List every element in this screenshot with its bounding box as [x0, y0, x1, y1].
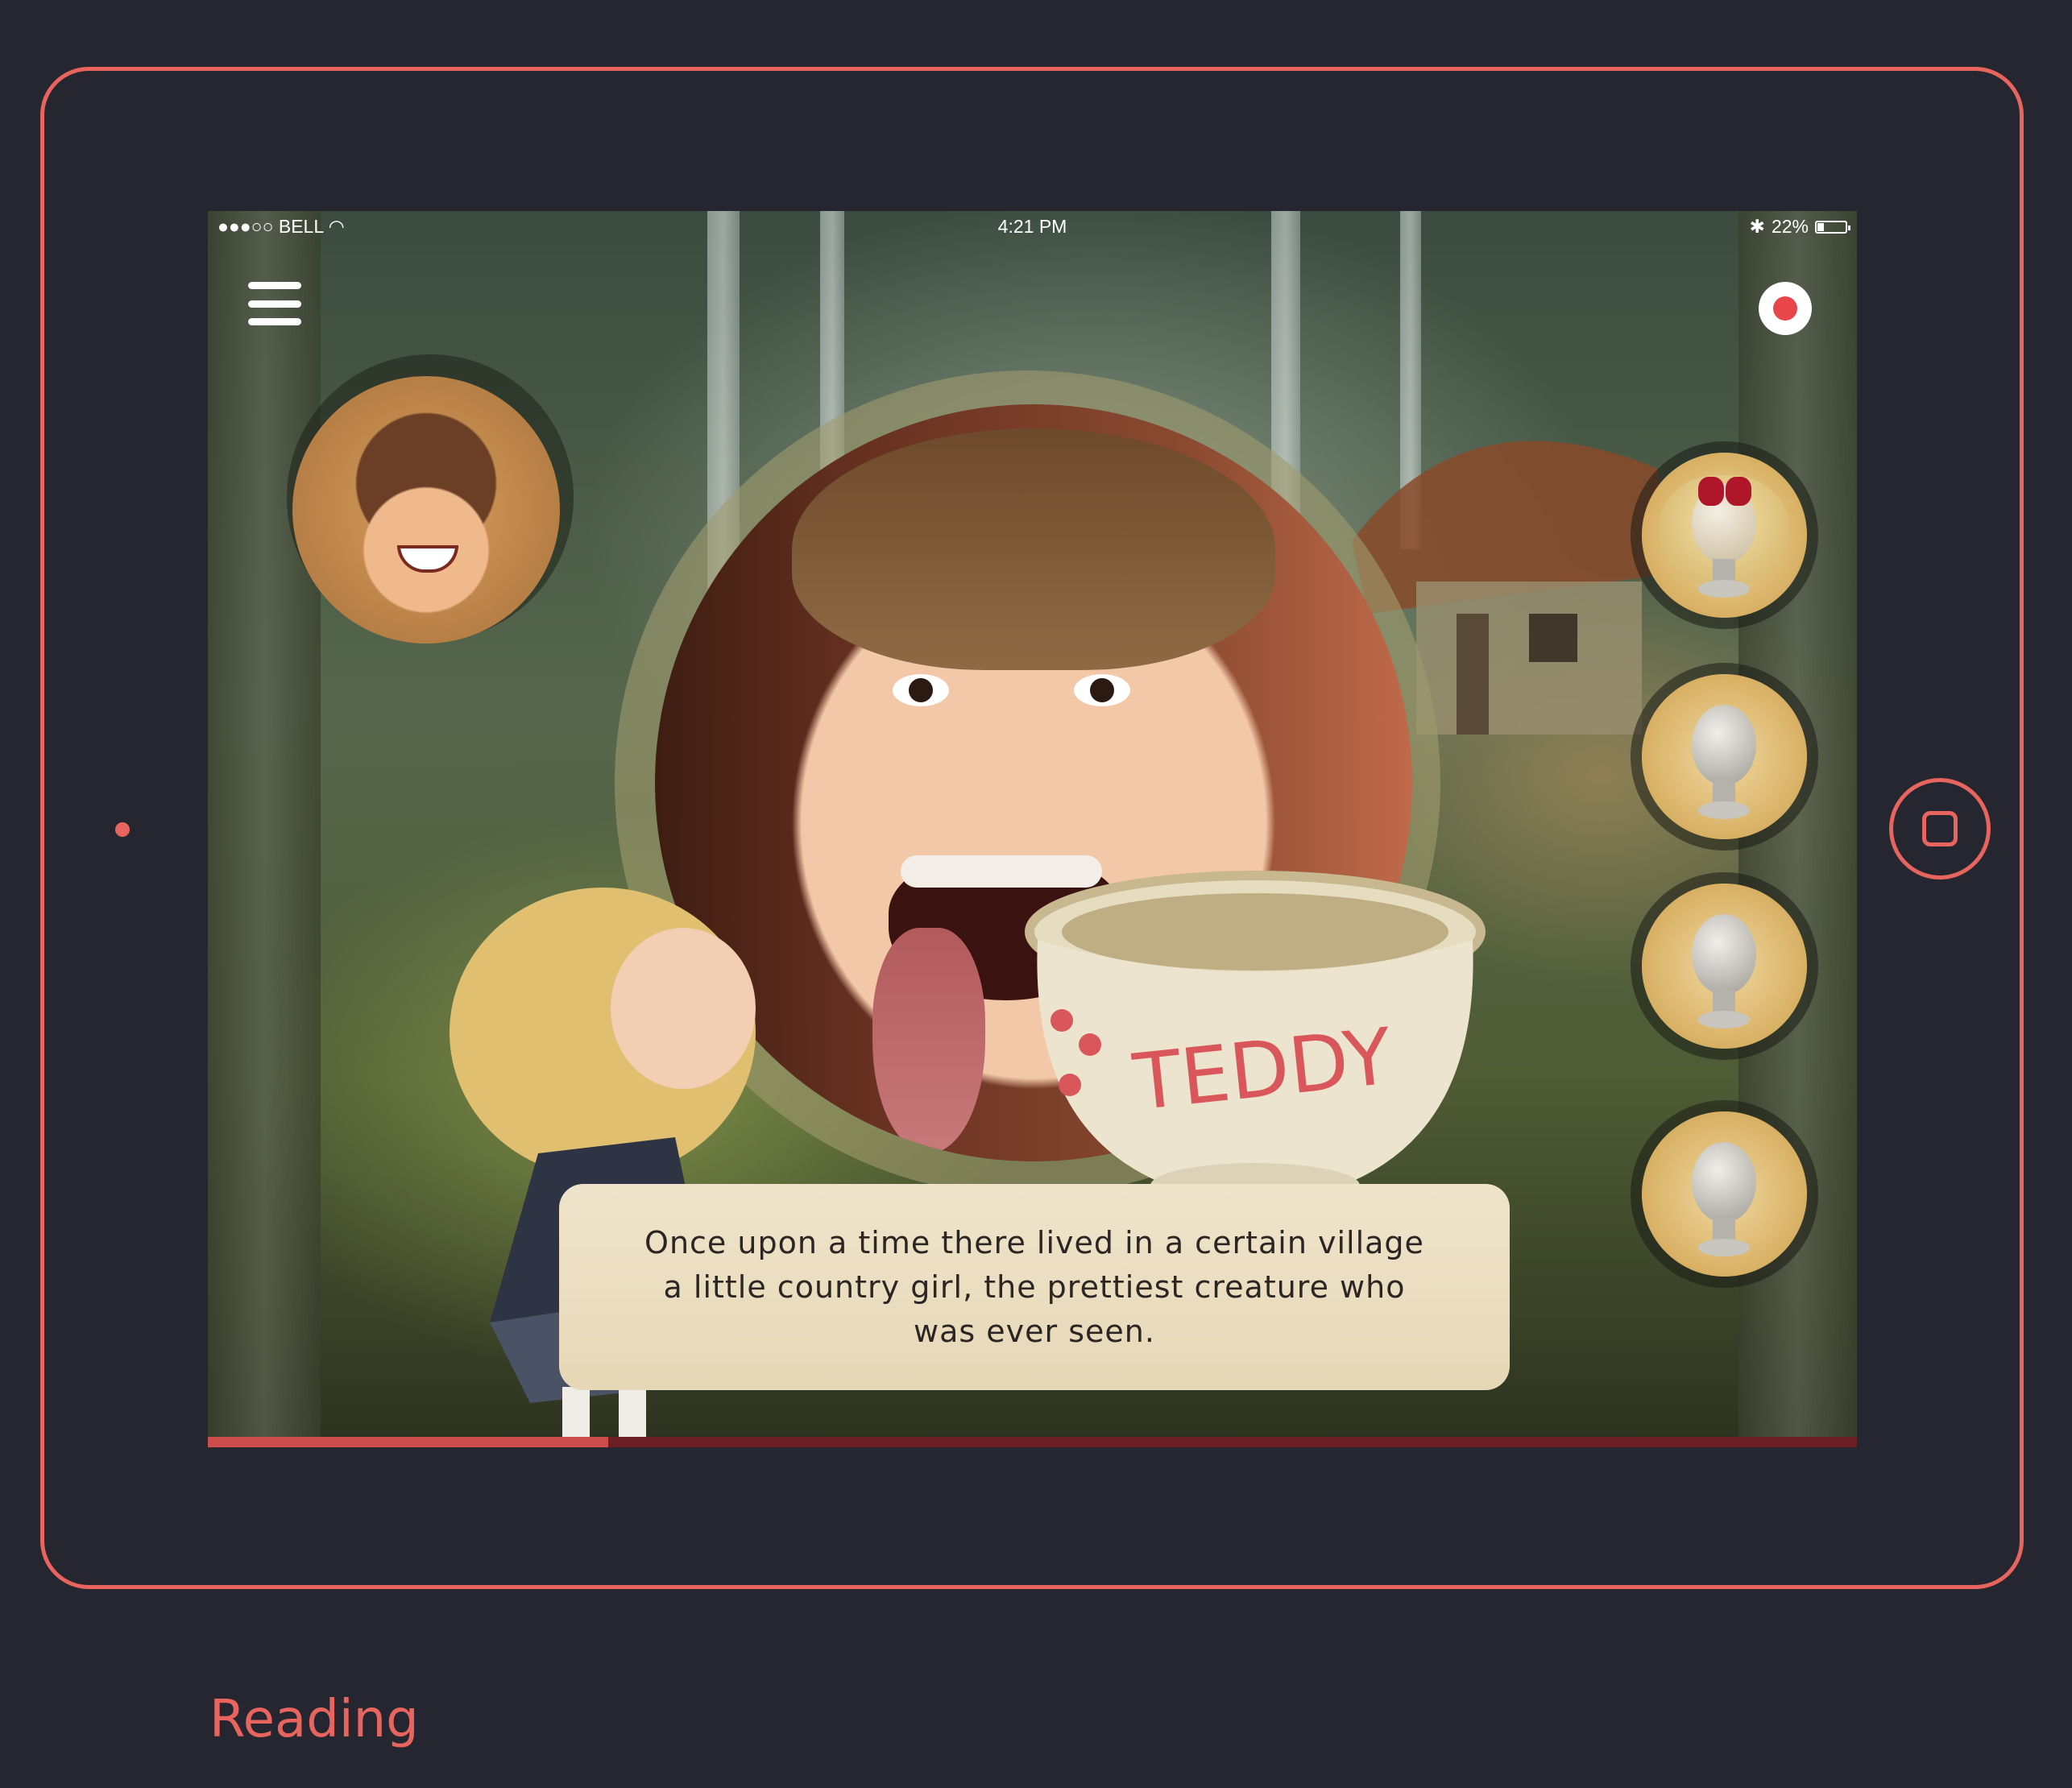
story-caption-box: Once upon a time there lived in a certai…: [559, 1184, 1510, 1390]
menu-hamburger-icon[interactable]: [248, 282, 301, 325]
home-button-square-icon: [1922, 811, 1958, 846]
tree-trunk-left: [208, 211, 321, 1447]
mannequin-head-icon: [1692, 705, 1756, 785]
mannequin-head-icon: [1692, 1142, 1756, 1223]
reading-progress-bar[interactable]: [208, 1437, 1857, 1447]
bluetooth-icon: ✱: [1749, 216, 1765, 237]
teddy-pot-illustration: TEDDY: [1025, 871, 1486, 1208]
screen-label: Reading: [209, 1690, 419, 1749]
record-button[interactable]: [1759, 282, 1812, 335]
status-time: 4:21 PM: [997, 216, 1067, 237]
battery-icon: [1815, 220, 1850, 234]
wardrobe-slot-empty[interactable]: [1642, 884, 1807, 1049]
wardrobe-slot-empty[interactable]: [1642, 674, 1807, 839]
mannequin-head-icon: [1692, 914, 1756, 995]
record-icon: [1773, 296, 1797, 321]
story-caption-text: Once upon a time there lived in a certai…: [644, 1224, 1424, 1349]
red-bow-icon: [1698, 477, 1751, 506]
wardrobe-slot-empty[interactable]: [1642, 1111, 1807, 1277]
app-screen: ●●●○○ BELL ◠ 4:21 PM ✱ 22% TEDDY Once up…: [208, 211, 1857, 1447]
narrator-avatar[interactable]: [292, 376, 560, 644]
status-right: ✱ 22%: [1749, 216, 1850, 238]
reading-progress-fill: [208, 1437, 609, 1447]
battery-percent: 22%: [1771, 216, 1809, 237]
wardrobe-slot-wig[interactable]: [1642, 453, 1807, 618]
tablet-camera-dot: [115, 822, 130, 837]
home-button[interactable]: [1889, 778, 1991, 880]
status-bar: ●●●○○ BELL ◠ 4:21 PM ✱ 22%: [208, 211, 1857, 243]
